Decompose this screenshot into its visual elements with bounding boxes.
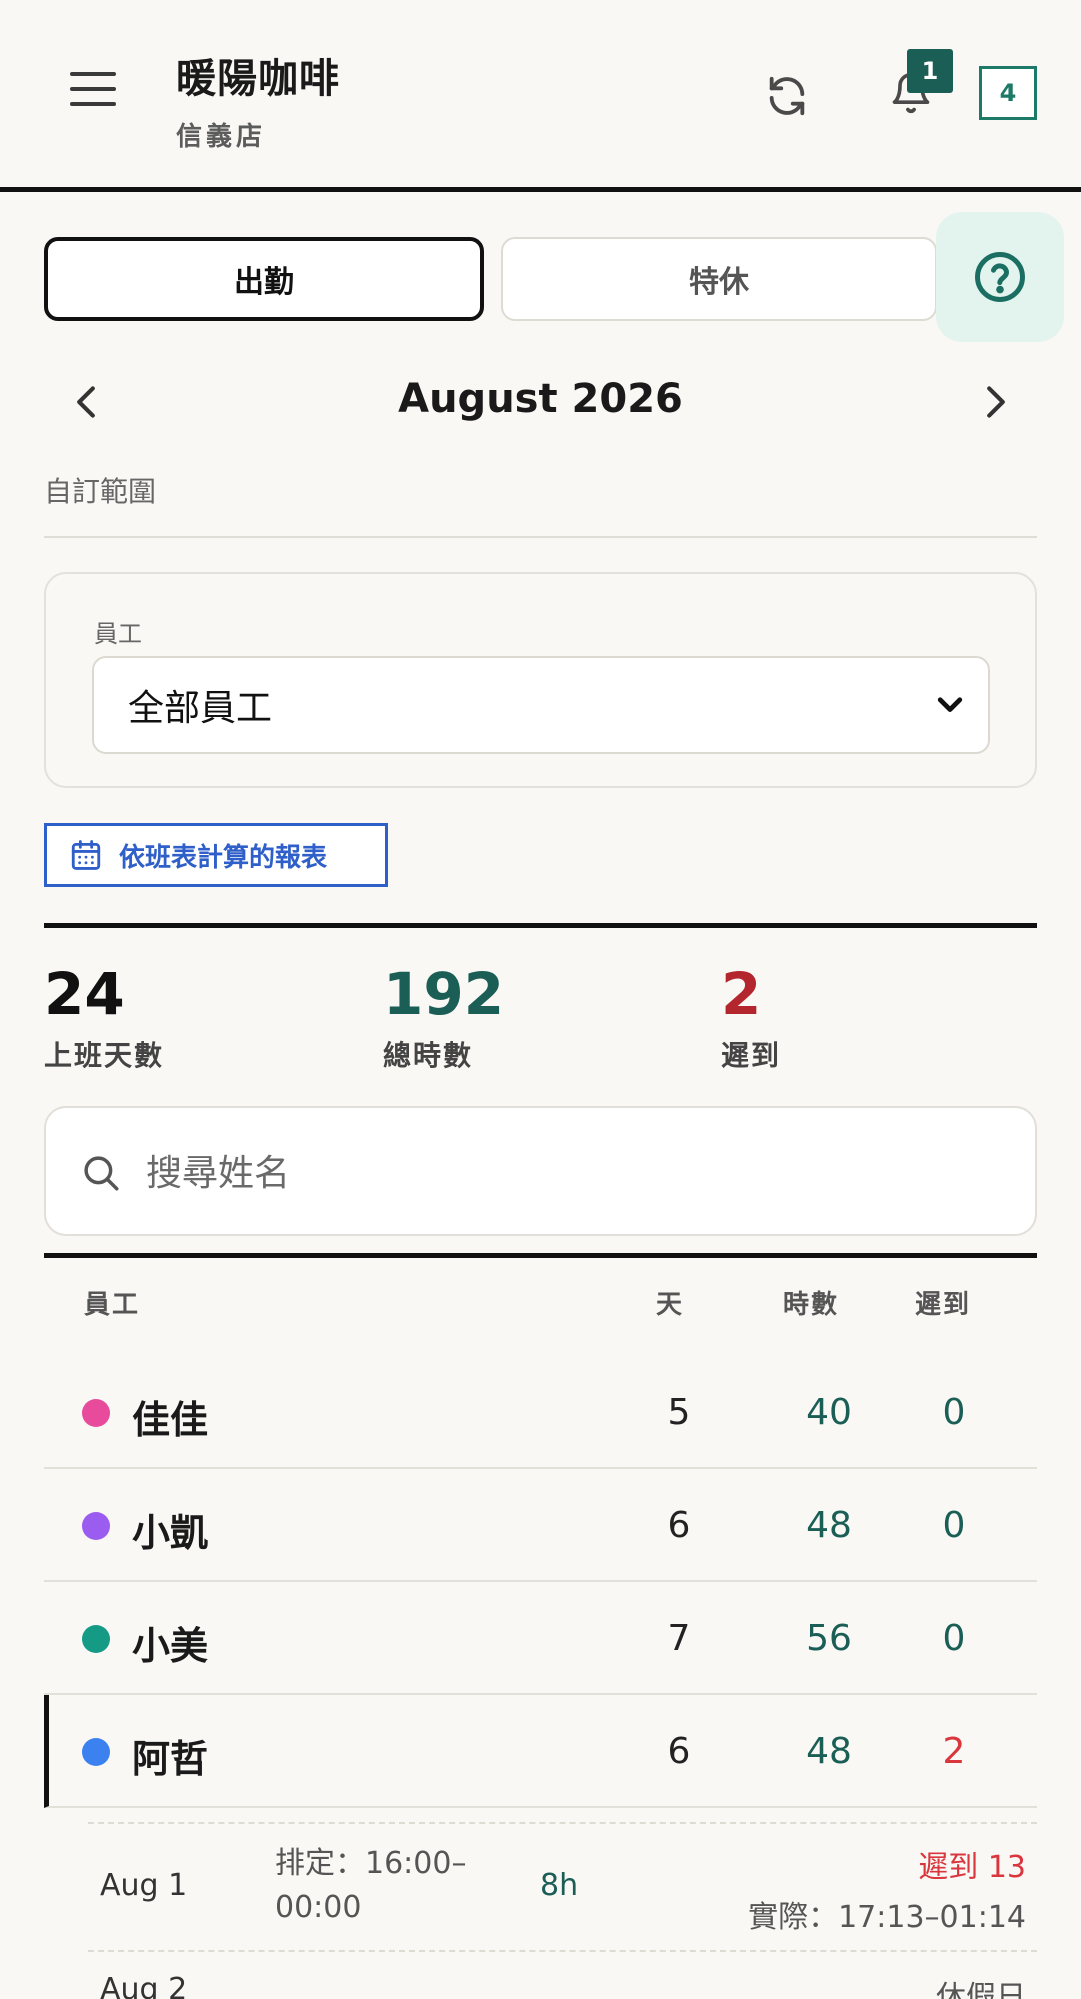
month-title: August 2026 (398, 376, 683, 422)
search-box[interactable] (44, 1106, 1037, 1236)
table-row[interactable]: 小凱 6 48 0 (44, 1469, 1037, 1582)
detail-actual: 實際：17:13–01:14 (748, 1900, 1026, 1935)
th-employee: 員工 (84, 1290, 141, 1320)
employee-filter-label: 員工 (94, 620, 142, 648)
next-month-button[interactable] (976, 380, 1016, 424)
search-input[interactable] (146, 1138, 1006, 1208)
employee-hours: 40 (806, 1392, 852, 1433)
table-row[interactable]: 佳佳 5 40 0 (44, 1356, 1037, 1469)
employee-days: 5 (667, 1392, 691, 1433)
employee-color-dot (82, 1738, 110, 1766)
employee-select[interactable]: 全部員工 (92, 656, 990, 754)
section-divider (44, 923, 1037, 928)
employee-color-dot (82, 1512, 110, 1540)
notification-badge: 1 (907, 49, 953, 93)
employee-name: 小美 (132, 1624, 209, 1668)
schedule-report-label: 依班表計算的報表 (119, 842, 328, 873)
detail-divider (88, 1950, 1037, 1952)
employee-name: 佳佳 (132, 1398, 209, 1442)
tab-attendance[interactable]: 出勤 (44, 237, 484, 321)
brand: 暖陽咖啡 信義店 (176, 46, 340, 153)
employee-name: 阿哲 (132, 1737, 209, 1781)
table-row-selected[interactable]: 阿哲 6 48 2 (44, 1695, 1037, 1808)
detail-divider (88, 1822, 1037, 1824)
app-header: 暖陽咖啡 信義店 1 4 (0, 0, 1081, 192)
employee-days: 6 (667, 1731, 691, 1772)
employee-hours: 48 (806, 1731, 852, 1772)
divider (44, 536, 1037, 538)
pending-count-button[interactable]: 4 (979, 66, 1037, 120)
help-button[interactable] (936, 212, 1064, 342)
employee-late: 0 (942, 1505, 966, 1546)
employee-late: 2 (942, 1731, 966, 1772)
th-hours: 時數 (783, 1290, 840, 1320)
tab-leave[interactable]: 特休 (501, 237, 937, 321)
detail-late: 遲到 13 (918, 1850, 1026, 1885)
employee-days: 6 (667, 1505, 691, 1546)
employee-color-dot (82, 1399, 110, 1427)
table-row[interactable]: 小美 7 56 0 (44, 1582, 1037, 1695)
employee-days: 7 (667, 1618, 691, 1659)
employee-filter-card: 員工 全部員工 (44, 572, 1037, 788)
detail-date: Aug 1 (100, 1868, 188, 1903)
refresh-icon[interactable] (757, 66, 817, 126)
prev-month-button[interactable] (66, 380, 106, 424)
stat-late: 2 遲到 (721, 962, 781, 1074)
employee-hours: 56 (806, 1618, 852, 1659)
employee-late: 0 (942, 1392, 966, 1433)
th-days: 天 (656, 1290, 685, 1320)
store-name: 暖陽咖啡 (176, 56, 340, 102)
chevron-down-icon (937, 697, 963, 712)
menu-icon[interactable] (70, 72, 116, 112)
stat-late-label: 遲到 (721, 1039, 782, 1072)
employee-select-value: 全部員工 (128, 688, 273, 729)
detail-status: 休假日 (936, 1980, 1026, 1999)
stat-total-hours-label: 總時數 (383, 1039, 474, 1072)
custom-range-link[interactable]: 自訂範圍 (44, 470, 156, 510)
help-icon (975, 252, 1025, 302)
stat-work-days: 24 上班天數 (44, 962, 164, 1074)
stat-late-value: 2 (721, 960, 762, 1028)
stat-work-days-label: 上班天數 (44, 1039, 165, 1072)
table-top-border (44, 1253, 1037, 1258)
stat-total-hours-value: 192 (383, 960, 505, 1028)
th-late: 遲到 (915, 1290, 972, 1320)
chevron-left-icon (77, 386, 95, 418)
stat-work-days-value: 24 (44, 960, 125, 1028)
employee-name: 小凱 (132, 1511, 209, 1555)
detail-date: Aug 2 (100, 1972, 188, 1999)
search-icon (84, 1156, 119, 1191)
employee-hours: 48 (806, 1505, 852, 1546)
schedule-report-button[interactable]: 依班表計算的報表 (44, 823, 388, 887)
detail-hours: 8h (540, 1868, 579, 1903)
stat-total-hours: 192 總時數 (383, 962, 504, 1074)
calendar-icon (71, 840, 101, 870)
detail-schedule: 排定：16:00–00:00 (275, 1846, 467, 1925)
employee-color-dot (82, 1625, 110, 1653)
branch-name: 信義店 (176, 122, 267, 152)
employee-late: 0 (942, 1618, 966, 1659)
chevron-right-icon (987, 386, 1005, 418)
